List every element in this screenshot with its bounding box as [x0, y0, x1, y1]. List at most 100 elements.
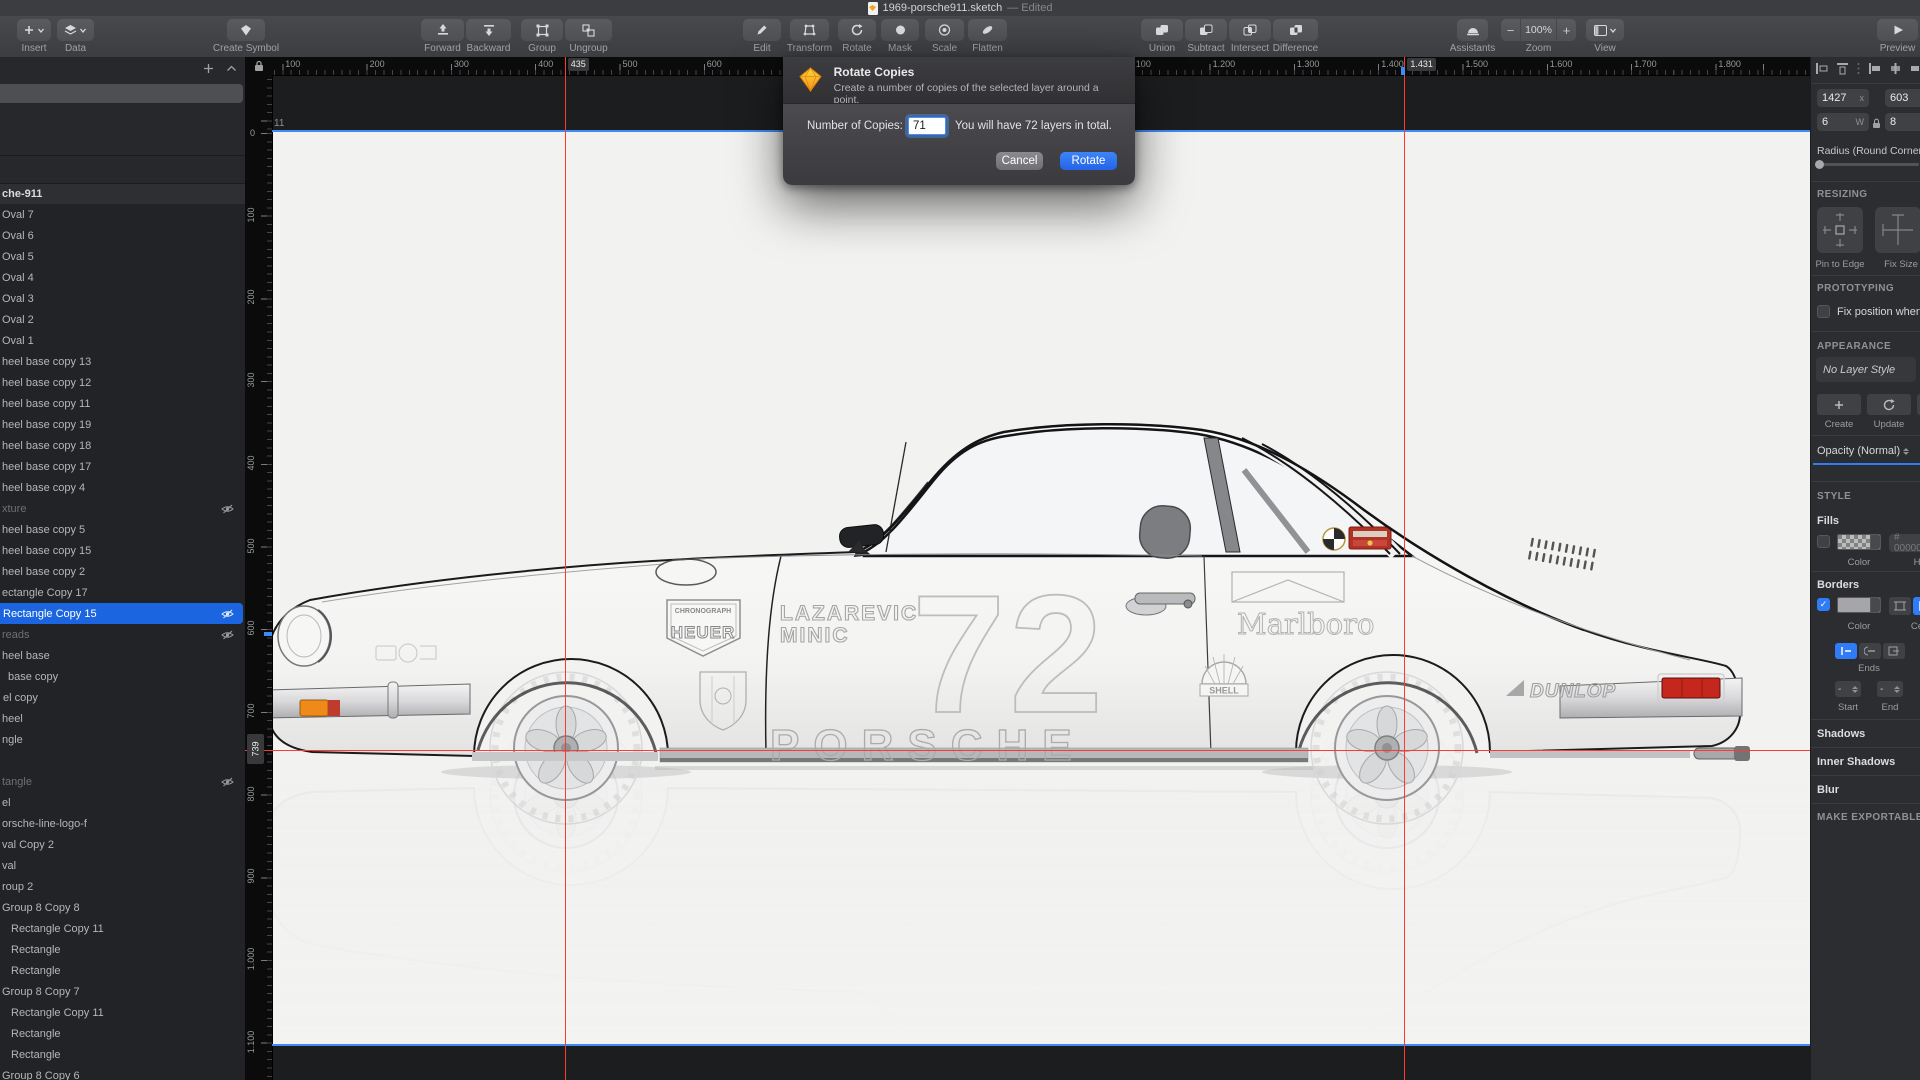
difference-button[interactable] [1273, 19, 1318, 41]
fill-enabled-checkbox[interactable] [1817, 535, 1830, 548]
border-color-swatch[interactable] [1837, 597, 1881, 613]
y-position-field[interactable]: 603 [1885, 89, 1920, 107]
align-center-icon[interactable] [1889, 62, 1902, 80]
layer-row[interactable]: Rectangle [0, 939, 243, 960]
layer-row[interactable]: orsche-line-logo-f [0, 813, 243, 834]
intersect-button[interactable] [1229, 19, 1271, 41]
make-exportable-header[interactable]: MAKE EXPORTABLE [1817, 812, 1920, 823]
layer-row[interactable]: roup 2 [0, 876, 243, 897]
zoom-out-icon[interactable]: − [1501, 23, 1520, 38]
update-style-button[interactable] [1867, 394, 1911, 415]
layer-row[interactable]: tangle [0, 771, 243, 792]
assistants-button[interactable] [1457, 19, 1488, 41]
ungroup-button[interactable] [565, 19, 612, 41]
collapse-pages-icon[interactable] [226, 63, 237, 77]
layer-row[interactable]: xture [0, 498, 243, 519]
radius-slider[interactable] [1815, 160, 1919, 169]
selected-page-row[interactable] [0, 84, 243, 103]
layer-row[interactable]: heel base copy 5 [0, 519, 243, 540]
layer-row[interactable]: Rectangle Copy 15 [0, 603, 243, 624]
blur-header[interactable]: Blur [1817, 784, 1839, 796]
layer-row[interactable]: heel base copy 11 [0, 393, 243, 414]
artboard-bottom-edge[interactable] [272, 1044, 1810, 1046]
subtract-button[interactable] [1185, 19, 1227, 41]
layer-row[interactable]: el copy [0, 687, 243, 708]
layer-row[interactable]: Rectangle [0, 1044, 243, 1065]
layer-row[interactable]: heel base copy 2 [0, 561, 243, 582]
layer-row[interactable]: Rectangle [0, 1023, 243, 1044]
artboard-list-item[interactable]: che-911 [0, 184, 245, 204]
layer-row[interactable]: ngle [0, 729, 243, 750]
layer-row[interactable]: heel base copy 12 [0, 372, 243, 393]
forward-button[interactable] [421, 19, 464, 41]
border-ends-projecting-button[interactable] [1883, 643, 1905, 659]
border-enabled-checkbox[interactable]: ✓ [1817, 598, 1830, 611]
artboard[interactable]: CHRONOGRAPH HEUER LAZAREVIC MINIC 72 POR… [267, 131, 1810, 1080]
layer-row[interactable]: heel base copy 17 [0, 456, 243, 477]
layer-row[interactable]: Oval 3 [0, 288, 243, 309]
layer-row[interactable]: el [0, 792, 243, 813]
height-field[interactable]: 8 [1885, 113, 1920, 131]
border-ends-round-button[interactable] [1859, 643, 1881, 659]
zoom-button[interactable]: −100% + [1501, 19, 1576, 41]
preview-button[interactable] [1877, 19, 1918, 41]
transform-button[interactable] [790, 19, 829, 41]
fix-size-button[interactable] [1875, 207, 1920, 253]
edit-button[interactable] [743, 19, 781, 41]
layer-row[interactable]: Group 8 Copy 7 [0, 981, 243, 1002]
create-symbol-button[interactable] [227, 19, 265, 41]
layer-row[interactable]: heel base [0, 645, 243, 666]
scale-button[interactable] [925, 19, 964, 41]
fix-position-checkbox[interactable] [1817, 305, 1830, 318]
fill-color-swatch[interactable] [1837, 534, 1881, 550]
layer-row[interactable]: Oval 5 [0, 246, 243, 267]
shadows-header[interactable]: Shadows [1817, 728, 1865, 740]
border-center-button[interactable] [1913, 597, 1920, 615]
layer-row[interactable]: val Copy 2 [0, 834, 243, 855]
create-style-button[interactable] [1817, 394, 1861, 415]
layer-row[interactable]: Oval 4 [0, 267, 243, 288]
flatten-button[interactable] [968, 19, 1007, 41]
rotate-button[interactable] [838, 19, 876, 41]
layer-row[interactable]: heel base copy 4 [0, 477, 243, 498]
mask-button[interactable] [881, 19, 919, 41]
hidden-eye-icon[interactable] [221, 630, 234, 640]
artboard-title-label[interactable]: 11 [274, 118, 284, 129]
vertical-guide[interactable] [1404, 57, 1405, 1080]
distribute-vertical-icon[interactable] [1836, 62, 1849, 80]
layer-row[interactable]: Oval 6 [0, 225, 243, 246]
distribute-horizontal-icon[interactable] [1815, 62, 1828, 80]
cancel-button[interactable]: Cancel [996, 152, 1043, 170]
layer-row[interactable]: Rectangle Copy 11 [0, 1002, 243, 1023]
insert-button[interactable] [17, 19, 51, 41]
hidden-eye-icon[interactable] [221, 777, 234, 787]
copies-input[interactable]: 71 [908, 117, 946, 135]
pin-to-edge-button[interactable] [1817, 207, 1863, 253]
layer-row[interactable]: heel base copy 15 [0, 540, 243, 561]
zoom-in-icon[interactable]: + [1557, 23, 1576, 38]
layer-row[interactable]: val [0, 855, 243, 876]
layer-row[interactable]: Group 8 Copy 6 [0, 1065, 243, 1080]
layer-row[interactable]: Oval 2 [0, 309, 243, 330]
horizontal-guide[interactable] [245, 750, 1810, 751]
opacity-slider[interactable] [1813, 463, 1920, 465]
view-button[interactable] [1586, 19, 1624, 41]
layer-row[interactable]: reads [0, 624, 243, 645]
layer-style-dropdown[interactable]: No Layer Style [1816, 357, 1916, 382]
layer-row[interactable]: heel base copy 13 [0, 351, 243, 372]
layer-row[interactable]: Rectangle [0, 960, 243, 981]
border-ends-butt-button[interactable] [1835, 643, 1857, 659]
align-left-icon[interactable] [1868, 62, 1881, 80]
layer-row[interactable]: heel base copy 19 [0, 414, 243, 435]
arrow-start-dropdown[interactable]: - [1835, 681, 1861, 697]
layer-row[interactable]: Oval 7 [0, 204, 243, 225]
data-button[interactable] [57, 19, 94, 41]
layer-row[interactable]: base copy [0, 666, 243, 687]
backward-button[interactable] [466, 19, 511, 41]
align-right-icon[interactable] [1910, 62, 1920, 80]
border-inside-button[interactable] [1889, 597, 1911, 615]
layer-row[interactable]: heel base copy 18 [0, 435, 243, 456]
opacity-label[interactable]: Opacity (Normal) [1817, 445, 1900, 457]
width-field[interactable]: 6W [1817, 113, 1869, 131]
layer-row[interactable]: Group 8 Copy 8 [0, 897, 243, 918]
